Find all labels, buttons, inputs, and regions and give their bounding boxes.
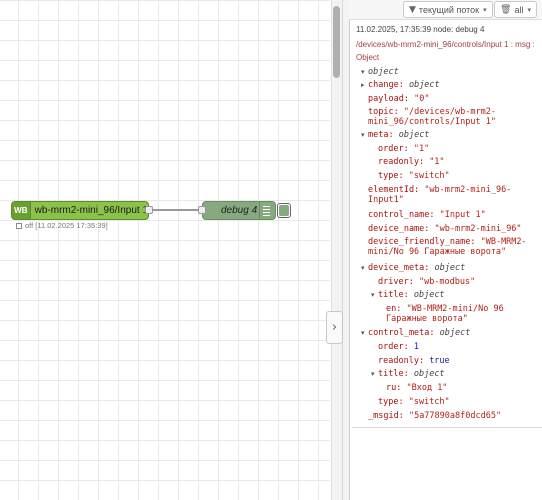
tree-row-en-cont: Гаражные ворота" [386,314,468,324]
expand-arrow-icon[interactable]: ▾ [361,329,365,337]
tree-row-cm-readonly: readonly: true [378,356,450,366]
tree-row-control-name: control_name: "Input 1" [368,210,486,220]
wb-input-node[interactable]: WB wb-mrm2-mini_96/Input 1 [11,201,149,220]
wb-node-status-text: off [11.02.2025 17:35:39] [25,221,108,230]
tree-row-meta-readonly: readonly: "1" [378,157,445,167]
filter-dropdown[interactable]: ▼ текущий поток ▾ [403,1,493,18]
caret-down-icon: ▾ [527,5,531,14]
flow-workspace[interactable] [0,0,330,500]
workspace-scrollbar-thumb[interactable] [333,6,340,78]
tree-row-cm-type: type: "switch" [378,397,450,407]
expand-arrow-icon[interactable]: ▾ [371,291,375,299]
tree-row-cm-order: order: 1 [378,342,419,352]
debug-node-label: debug 4 [221,205,258,216]
chevron-right-icon: › [331,320,338,335]
wb-node-label: wb-mrm2-mini_96/Input 1 [34,205,148,216]
tree-row-dm-title[interactable]: title: object [378,290,445,301]
collapsed-arrow-icon[interactable]: ▸ [361,81,365,89]
message-path[interactable]: /devices/wb-mrm2-mini_96/controls/Input … [356,38,542,64]
tree-row-device-friendly-name-cont: mini/No 96 Гаражные ворота" [368,247,507,257]
tree-row-meta-type: type: "switch" [378,171,450,181]
message-meta: 11.02.2025, 17:35:39 node: debug 4 [356,25,485,34]
tree-row-ru: ru: "Вход 1" [386,383,448,393]
tree-root[interactable]: object [368,67,399,78]
tree-row-topic-cont: mini_96/controls/Input 1" [368,117,496,127]
wb-node-icon: WB [12,202,31,219]
debug-node[interactable]: debug 4 [202,201,276,220]
sidebar-splitter[interactable] [342,0,349,500]
flow-wire[interactable] [152,209,202,211]
clear-dropdown-label: all [514,4,524,15]
filter-dropdown-label: текущий поток [418,4,480,15]
debug-node-input-port[interactable] [198,206,206,214]
debug-list-icon [259,202,273,219]
tree-row-payload: payload: "0" [368,94,430,104]
expand-arrow-icon[interactable]: ▾ [361,264,365,272]
tree-row-elementid-cont: Input1" [368,195,404,205]
wb-node-status: off [11.02.2025 17:35:39] [16,221,108,230]
trash-icon: 🗑 [500,4,512,15]
expand-arrow-icon[interactable]: ▾ [361,131,365,139]
tree-row-device-name: device_name: "wb-mrm2-mini_96" [368,224,522,234]
sidebar-collapse-button[interactable]: › [326,311,343,344]
expand-arrow-icon[interactable]: ▾ [371,370,375,378]
tree-row-driver: driver: "wb-modbus" [378,277,476,287]
clear-messages-dropdown[interactable]: 🗑 all ▾ [494,1,537,18]
tree-row-meta[interactable]: meta: object [368,130,429,141]
debug-toggle-indicator [279,205,289,216]
tree-row-control-meta[interactable]: control_meta: object [368,328,470,339]
tree-row-device-meta[interactable]: device_meta: object [368,263,465,274]
tree-row-meta-order: order: "1" [378,144,430,154]
tree-row-cm-title[interactable]: title: object [378,369,445,380]
filter-icon: ▼ [409,4,416,15]
tree-row-msgid: _msgid: "5a77890a8f0dcd65" [368,411,502,421]
caret-down-icon: ▾ [483,5,487,14]
expand-arrow-icon[interactable]: ▾ [361,68,365,76]
status-square-icon [16,222,22,229]
tree-row-change[interactable]: change: object [368,80,440,91]
